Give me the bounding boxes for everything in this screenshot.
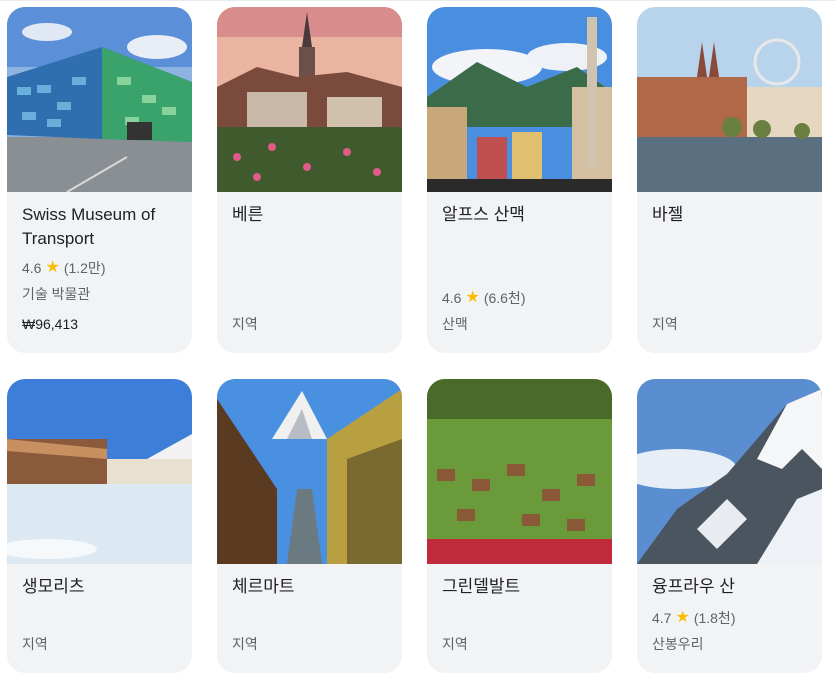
place-card-grindelwald[interactable]: 그린델발트 지역 <box>427 379 612 673</box>
place-category: 지역 <box>442 636 468 652</box>
place-card-jungfrau[interactable]: 융프라우 산 4.7 ★ (1.8천) 산봉우리 <box>637 379 822 673</box>
place-title[interactable]: 체르마트 <box>232 575 387 599</box>
place-title[interactable]: 그린델발트 <box>442 575 597 599</box>
rating: 4.6 ★ (6.6천) <box>442 285 602 311</box>
place-category: 지역 <box>22 636 48 652</box>
place-category: 산맥 <box>442 316 468 332</box>
place-info: 융프라우 산 4.7 ★ (1.8천) 산봉우리 <box>637 564 822 673</box>
place-photo[interactable] <box>217 379 402 564</box>
rating: 4.7 ★ (1.8천) <box>652 605 812 631</box>
place-title[interactable]: 베른 <box>232 203 387 227</box>
place-card-basel[interactable]: 바젤 지역 <box>637 7 822 353</box>
place-photo[interactable] <box>217 7 402 192</box>
place-title[interactable]: 바젤 <box>652 203 807 227</box>
place-card-bern[interactable]: 베른 지역 <box>217 7 402 353</box>
rating-value: 4.7 <box>652 610 672 626</box>
place-photo[interactable] <box>637 379 822 564</box>
rating: 4.6 ★ (1.2만) <box>22 255 182 281</box>
place-info: Swiss Museum of Transport 4.6 ★ (1.2만) 기… <box>7 192 192 353</box>
place-price: ₩96,413 <box>22 316 79 332</box>
place-title[interactable]: 생모리츠 <box>22 575 177 599</box>
place-category: 지역 <box>232 636 258 652</box>
place-info: 베른 지역 <box>217 192 402 353</box>
place-info: 체르마트 지역 <box>217 564 402 673</box>
place-photo[interactable] <box>427 379 612 564</box>
place-category: 지역 <box>232 316 258 332</box>
rating-value: 4.6 <box>442 290 462 306</box>
place-title[interactable]: Swiss Museum of Transport <box>22 203 177 251</box>
place-category: 산봉우리 <box>652 636 704 652</box>
place-card-st-moritz[interactable]: 생모리츠 지역 <box>7 379 192 673</box>
star-icon: ★ <box>45 259 60 276</box>
review-count: (6.6천) <box>483 290 526 306</box>
place-category: 기술 박물관 <box>22 286 91 302</box>
place-grid: Swiss Museum of Transport 4.6 ★ (1.2만) 기… <box>7 7 822 673</box>
review-count: (1.2만) <box>63 260 106 276</box>
place-card-zermatt[interactable]: 체르마트 지역 <box>217 379 402 673</box>
star-icon: ★ <box>675 609 690 626</box>
place-photo[interactable] <box>637 7 822 192</box>
place-card-alps[interactable]: 알프스 산맥 4.6 ★ (6.6천) 산맥 <box>427 7 612 353</box>
place-title[interactable]: 알프스 산맥 <box>442 203 597 227</box>
place-category: 지역 <box>652 316 678 332</box>
top-divider <box>0 0 836 1</box>
place-info: 바젤 지역 <box>637 192 822 353</box>
review-count: (1.8천) <box>693 610 736 626</box>
star-icon: ★ <box>465 289 480 306</box>
place-photo[interactable] <box>7 7 192 192</box>
rating-value: 4.6 <box>22 260 42 276</box>
place-info: 알프스 산맥 4.6 ★ (6.6천) 산맥 <box>427 192 612 353</box>
place-card-swiss-museum[interactable]: Swiss Museum of Transport 4.6 ★ (1.2만) 기… <box>7 7 192 353</box>
place-photo[interactable] <box>7 379 192 564</box>
place-title[interactable]: 융프라우 산 <box>652 575 807 599</box>
place-info: 생모리츠 지역 <box>7 564 192 673</box>
place-photo[interactable] <box>427 7 612 192</box>
place-info: 그린델발트 지역 <box>427 564 612 673</box>
